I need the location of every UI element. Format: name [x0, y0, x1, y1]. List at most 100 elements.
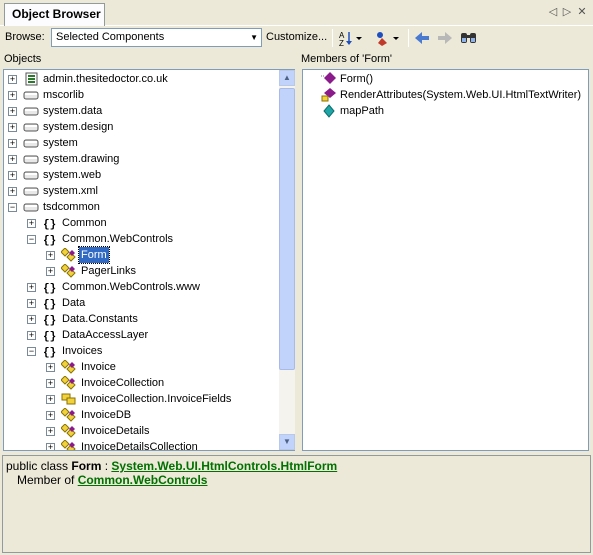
tree-node-label[interactable]: DataAccessLayer	[60, 327, 150, 343]
tree-node-label[interactable]: InvoiceDetails	[79, 423, 151, 439]
tree-node-label[interactable]: Data	[60, 295, 87, 311]
tree-node-label[interactable]: InvoiceDetailsCollection	[79, 439, 200, 450]
expand-icon[interactable]: +	[46, 427, 55, 436]
member-label[interactable]: Form()	[338, 71, 375, 87]
tree-node[interactable]: + system.web	[4, 167, 279, 183]
scroll-up-icon[interactable]: ▲	[279, 70, 295, 86]
tree-node[interactable]: + system	[4, 135, 279, 151]
expand-icon[interactable]: +	[46, 443, 55, 450]
member-label[interactable]: RenderAttributes(System.Web.UI.HtmlTextW…	[338, 87, 583, 103]
tree-node-label[interactable]: system.drawing	[41, 151, 121, 167]
expand-icon[interactable]: +	[27, 331, 36, 340]
scroll-thumb[interactable]	[279, 88, 295, 370]
expand-icon[interactable]: +	[8, 75, 17, 84]
expand-icon[interactable]: +	[46, 411, 55, 420]
tree-node-label[interactable]: PagerLinks	[79, 263, 138, 279]
customize-button[interactable]: Customize...	[266, 31, 327, 43]
expand-icon[interactable]: +	[8, 155, 17, 164]
tree-node[interactable]: + PagerLinks	[4, 263, 279, 279]
expand-icon[interactable]: +	[8, 107, 17, 116]
tree-node-label[interactable]: InvoiceCollection.InvoiceFields	[79, 391, 233, 407]
expand-icon[interactable]: +	[8, 123, 17, 132]
expand-icon[interactable]: +	[8, 139, 17, 148]
tree-node[interactable]: + Form	[4, 246, 279, 264]
expand-icon[interactable]: +	[27, 315, 36, 324]
tab-scroll-left-icon[interactable]: ◁	[547, 5, 559, 18]
scroll-down-icon[interactable]: ▼	[279, 434, 295, 450]
tree-node-label[interactable]: Data.Constants	[60, 311, 140, 327]
expand-icon[interactable]: +	[8, 91, 17, 100]
tree-node-label[interactable]: Common.WebControls.www	[60, 279, 202, 295]
tree-node[interactable]: + InvoiceDetails	[4, 423, 279, 439]
navigate-forward-icon[interactable]	[436, 29, 454, 47]
expand-icon[interactable]: +	[46, 395, 55, 404]
expand-icon[interactable]: +	[46, 363, 55, 372]
tree-node[interactable]: + {} Common	[4, 215, 279, 231]
filter-members-icon[interactable]	[373, 29, 403, 47]
expand-icon[interactable]: +	[46, 379, 55, 388]
tree-node-label[interactable]: mscorlib	[41, 87, 86, 103]
tree-node[interactable]: + Invoice	[4, 359, 279, 375]
tree-node[interactable]: + system.xml	[4, 183, 279, 199]
class-icon	[60, 375, 77, 390]
tree-node-label[interactable]: system	[41, 135, 80, 151]
members-list[interactable]: Form() RenderAttributes(System.Web.UI.Htm…	[302, 69, 589, 451]
base-class-link[interactable]: System.Web.UI.HtmlControls.HtmlForm	[111, 459, 337, 473]
tree-node[interactable]: + system.drawing	[4, 151, 279, 167]
navigate-back-icon[interactable]	[413, 29, 431, 47]
tree-node[interactable]: − tsdcommon	[4, 199, 279, 215]
tree-node[interactable]: + system.data	[4, 103, 279, 119]
tree-node[interactable]: + InvoiceCollection	[4, 375, 279, 391]
tree-node-label[interactable]: system.xml	[41, 183, 100, 199]
expand-icon[interactable]: +	[27, 283, 36, 292]
tree-node[interactable]: −{} Invoices	[4, 343, 279, 359]
class-icon	[60, 247, 77, 262]
tree-node-label[interactable]: admin.thesitedoctor.co.uk	[41, 71, 170, 87]
tree-node-label[interactable]: system.design	[41, 119, 115, 135]
tree-node[interactable]: + InvoiceDB	[4, 407, 279, 423]
objects-scrollbar[interactable]: ▲ ▼	[279, 70, 295, 450]
svg-text:{}: {}	[43, 315, 56, 326]
tree-node[interactable]: + {} Data.Constants	[4, 311, 279, 327]
method-icon	[321, 72, 337, 86]
tree-node-label[interactable]: Common	[60, 215, 109, 231]
tab-scroll-right-icon[interactable]: ▷	[561, 5, 573, 18]
tree-node[interactable]: + mscorlib	[4, 87, 279, 103]
tree-node[interactable]: + {} Common.WebControls.www	[4, 279, 279, 295]
tree-node[interactable]: + InvoiceDetailsCollection	[4, 439, 279, 450]
tree-node-label[interactable]: system.web	[41, 167, 103, 183]
tree-node-label[interactable]: Invoices	[60, 343, 104, 359]
collapse-icon[interactable]: −	[8, 203, 17, 212]
expand-icon[interactable]: +	[46, 251, 55, 260]
browse-select[interactable]: Selected Components ▼	[51, 28, 262, 47]
member-label[interactable]: mapPath	[338, 103, 386, 119]
tree-node[interactable]: + system.design	[4, 119, 279, 135]
tree-node-label[interactable]: system.data	[41, 103, 104, 119]
tree-node[interactable]: −{} Common.WebControls	[4, 231, 279, 247]
collapse-icon[interactable]: −	[27, 235, 36, 244]
tree-node-label[interactable]: InvoiceDB	[79, 407, 133, 423]
tree-node[interactable]: + {} Data	[4, 295, 279, 311]
tree-node[interactable]: + admin.thesitedoctor.co.uk	[4, 71, 279, 87]
expand-icon[interactable]: +	[8, 171, 17, 180]
tree-node-label[interactable]: Form	[78, 246, 110, 264]
tree-node-label[interactable]: Common.WebControls	[60, 231, 175, 247]
namespace-link[interactable]: Common.WebControls	[78, 473, 208, 487]
tree-node[interactable]: + InvoiceCollection.InvoiceFields	[4, 391, 279, 407]
objects-tree[interactable]: + admin.thesitedoctor.co.uk + mscorlib + syst…	[3, 69, 295, 451]
tree-node-label[interactable]: Invoice	[79, 359, 118, 375]
field-icon	[321, 104, 337, 118]
close-icon[interactable]: ✕	[576, 5, 588, 18]
expand-icon[interactable]: +	[46, 267, 55, 276]
expand-icon[interactable]: +	[27, 299, 36, 308]
description-signature: public class Form : System.Web.UI.HtmlCo…	[6, 459, 337, 473]
expand-icon[interactable]: +	[8, 187, 17, 196]
tree-node-label[interactable]: InvoiceCollection	[79, 375, 166, 391]
collapse-icon[interactable]: −	[27, 347, 36, 356]
tree-node-label[interactable]: tsdcommon	[41, 199, 102, 215]
find-symbol-icon[interactable]	[459, 29, 479, 47]
sort-az-icon[interactable]: A Z	[337, 29, 363, 47]
expand-icon[interactable]: +	[27, 219, 36, 228]
tab-object-browser[interactable]: Object Browser	[4, 3, 105, 26]
tree-node[interactable]: + {} DataAccessLayer	[4, 327, 279, 343]
